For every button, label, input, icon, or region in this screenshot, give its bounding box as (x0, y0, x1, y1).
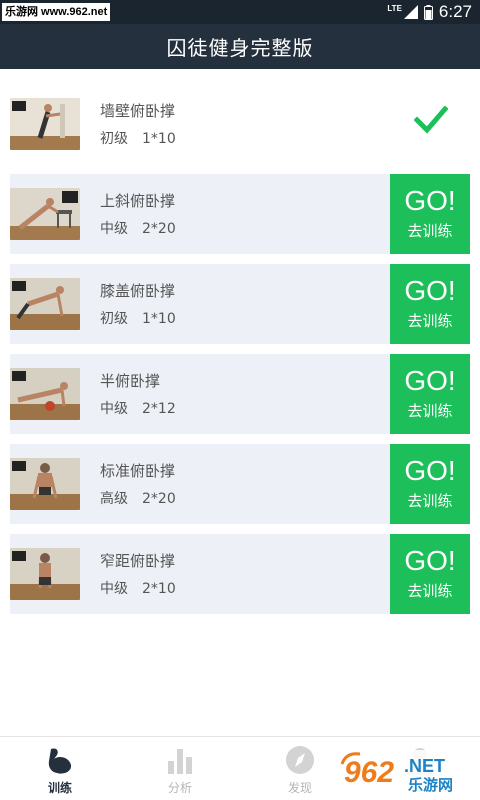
exercise-name: 半俯卧撑 (100, 372, 161, 390)
go-label: GO! (404, 185, 456, 216)
watermark-subtitle: 乐游网 (408, 776, 453, 794)
train-label: 去训练 (407, 402, 453, 420)
go-train-button[interactable]: GO! 去训练 (390, 264, 470, 344)
watermark-net: .NET (404, 756, 445, 776)
go-label: GO! (404, 545, 456, 576)
exercise-reps: 2*20 (142, 221, 176, 237)
exercise-thumbnail (10, 98, 80, 150)
network-type: LTE (387, 3, 402, 13)
exercise-row[interactable]: 膝盖俯卧撑 初级 1*10 GO! 去训练 (10, 264, 470, 344)
flexed-arm-icon (48, 748, 72, 774)
watermark-label: 乐游网 www.962.net (2, 3, 111, 21)
go-label: GO! (404, 455, 456, 486)
train-label: 去训练 (407, 492, 453, 510)
exercise-meta: 中级 2*10 (100, 578, 176, 598)
go-label: GO! (404, 365, 456, 396)
exercise-reps: 2*12 (142, 401, 176, 417)
go-label: GO! (404, 275, 456, 306)
train-label: 去训练 (407, 582, 453, 600)
exercise-name: 膝盖俯卧撑 (100, 282, 176, 300)
exercise-reps: 2*10 (142, 581, 176, 597)
bar-chart-icon (168, 749, 192, 774)
exercise-reps: 1*10 (142, 131, 176, 147)
exercise-level: 中级 (100, 581, 128, 597)
exercise-level: 中级 (100, 221, 128, 237)
exercise-name: 窄距俯卧撑 (100, 552, 176, 570)
exercise-row[interactable]: 半俯卧撑 中级 2*12 GO! 去训练 (10, 354, 470, 434)
signal-icon (403, 5, 418, 19)
watermark-logo: 962 .NET 乐游网 (338, 750, 476, 794)
go-train-button[interactable]: GO! 去训练 (390, 444, 470, 524)
exercise-row[interactable]: 墙壁俯卧撑 初级 1*10 (10, 84, 470, 164)
exercise-meta: 初级 1*10 (100, 308, 176, 328)
exercise-thumbnail (10, 548, 80, 600)
exercise-level: 初级 (100, 131, 128, 147)
battery-icon (423, 4, 433, 20)
exercise-thumbnail (10, 368, 80, 420)
exercise-level: 初级 (100, 311, 128, 327)
exercise-thumbnail (10, 458, 80, 510)
exercise-reps: 1*10 (142, 311, 176, 327)
go-train-button[interactable]: GO! 去训练 (390, 354, 470, 434)
tab-analysis[interactable]: 分析 (120, 737, 240, 800)
exercise-thumbnail (10, 278, 80, 330)
app-header: 囚徒健身完整版 (0, 24, 480, 69)
go-train-button[interactable]: GO! 去训练 (390, 174, 470, 254)
exercise-row[interactable]: 上斜俯卧撑 中级 2*20 GO! 去训练 (10, 174, 470, 254)
page-title: 囚徒健身完整版 (166, 36, 314, 60)
exercise-meta: 中级 2*20 (100, 218, 176, 238)
train-label: 去训练 (407, 312, 453, 330)
status-icons: LTE 6:27 (387, 0, 472, 24)
train-label: 去训练 (407, 222, 453, 240)
checkmark-icon (414, 106, 448, 134)
exercise-meta: 初级 1*10 (100, 128, 176, 148)
tab-training[interactable]: 训练 (0, 737, 120, 800)
go-train-button[interactable]: GO! 去训练 (390, 534, 470, 614)
tab-label: 训练 (47, 781, 72, 795)
exercise-level: 高级 (100, 491, 128, 507)
status-bar: 乐游网 www.962.net LTE 6:27 (0, 0, 480, 24)
exercise-name: 标准俯卧撑 (100, 462, 176, 480)
exercise-level: 中级 (100, 401, 128, 417)
exercise-row[interactable]: 窄距俯卧撑 中级 2*10 GO! 去训练 (10, 534, 470, 614)
watermark-digits: 962 (344, 756, 394, 789)
status-time: 6:27 (438, 2, 472, 21)
exercise-reps: 2*20 (142, 491, 176, 507)
exercise-meta: 中级 2*12 (100, 398, 176, 418)
exercise-meta: 高级 2*20 (100, 488, 176, 508)
compass-icon (286, 746, 314, 774)
exercise-name: 上斜俯卧撑 (100, 192, 176, 210)
exercise-row[interactable]: 标准俯卧撑 高级 2*20 GO! 去训练 (10, 444, 470, 524)
exercise-name: 墙壁俯卧撑 (100, 102, 176, 120)
tab-label: 分析 (167, 781, 192, 795)
exercise-thumbnail (10, 188, 80, 240)
